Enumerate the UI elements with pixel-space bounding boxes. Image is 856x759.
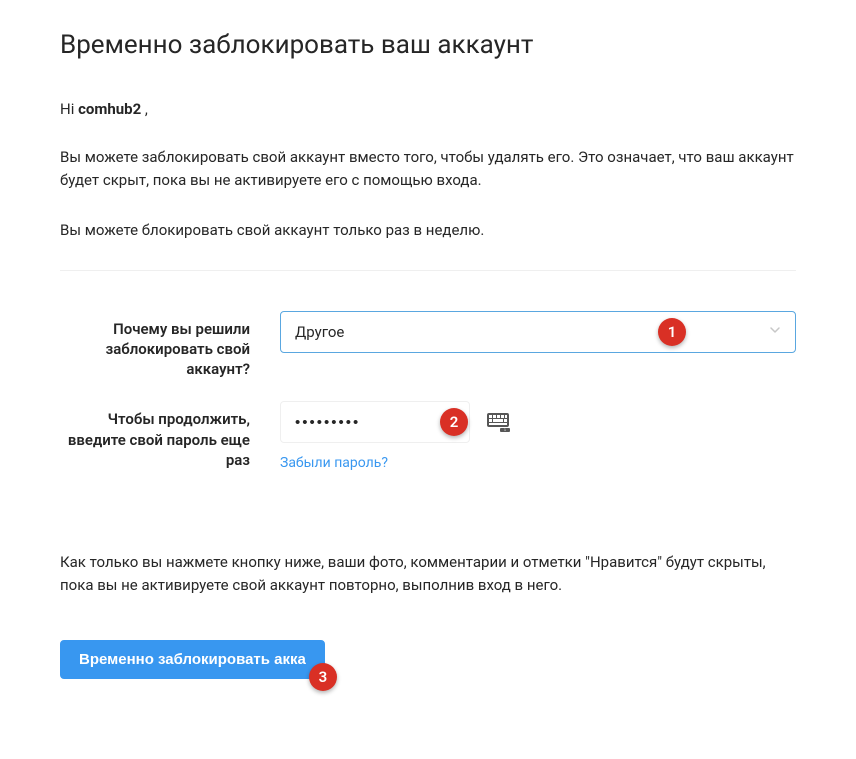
section-divider — [60, 270, 796, 271]
password-label: Чтобы продолжить, введите свой пароль ещ… — [60, 401, 280, 470]
submit-wrap: Временно заблокировать акка 3 — [60, 640, 325, 679]
page-title: Временно заблокировать ваш аккаунт — [60, 30, 796, 60]
intro-paragraph-2: Вы можете блокировать свой аккаунт тольк… — [60, 219, 796, 242]
password-control: 1 2 Забыли пароль? — [280, 401, 796, 471]
annotation-marker-1: 1 — [658, 318, 686, 346]
disable-account-button[interactable]: Временно заблокировать акка — [60, 640, 325, 679]
warning-note: Как только вы нажмете кнопку ниже, ваши … — [60, 551, 796, 596]
reason-select-value: Другое — [295, 323, 769, 341]
reason-select[interactable]: Другое — [280, 311, 796, 353]
svg-text:1: 1 — [504, 428, 506, 432]
annotation-marker-3: 3 — [309, 663, 337, 691]
forgot-password-link[interactable]: Забыли пароль? — [280, 455, 388, 471]
greeting-line: Hi comhub2 , — [60, 100, 796, 118]
password-row: Чтобы продолжить, введите свой пароль ещ… — [60, 401, 796, 471]
greeting-suffix: , — [141, 100, 148, 118]
reason-control: Другое 1 — [280, 311, 796, 353]
reason-row: Почему вы решили заблокировать свой акка… — [60, 311, 796, 380]
reason-label: Почему вы решили заблокировать свой акка… — [60, 311, 280, 380]
intro-paragraph-1: Вы можете заблокировать свой аккаунт вме… — [60, 146, 796, 191]
chevron-down-icon — [769, 324, 781, 340]
greeting-prefix: Hi — [60, 100, 78, 118]
greeting-username: comhub2 — [78, 100, 141, 118]
keyboard-icon[interactable]: 1 — [484, 410, 512, 434]
